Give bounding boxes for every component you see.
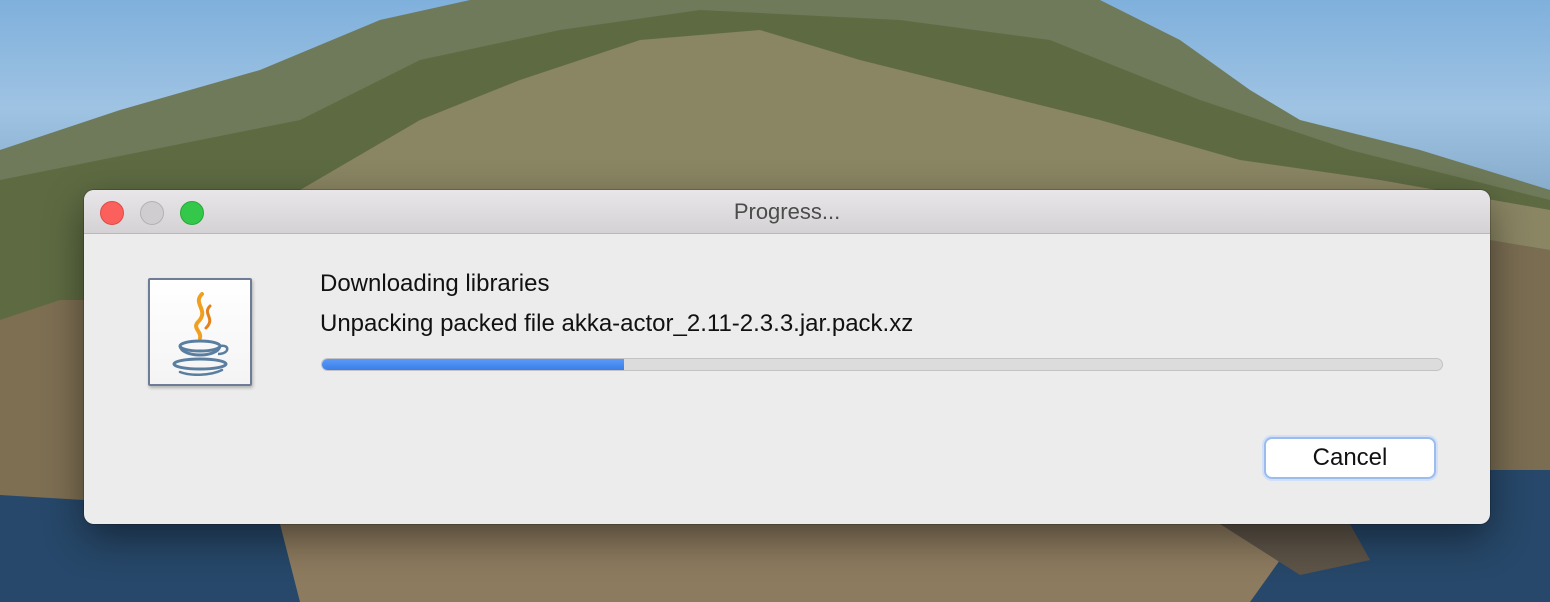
progress-bar <box>321 358 1443 371</box>
title-bar[interactable]: Progress... <box>84 190 1490 234</box>
cancel-button[interactable]: Cancel <box>1264 437 1436 479</box>
progress-dialog: Progress... Downloading libraries Unpack… <box>84 190 1490 524</box>
java-coffee-cup-icon <box>148 278 252 386</box>
dialog-status-text: Unpacking packed file akka-actor_2.11-2.… <box>320 310 914 337</box>
progress-bar-fill <box>322 359 625 370</box>
desktop-background: Progress... Downloading libraries Unpack… <box>0 0 1550 602</box>
window-title: Progress... <box>733 199 841 224</box>
dialog-heading: Downloading libraries <box>320 270 550 297</box>
